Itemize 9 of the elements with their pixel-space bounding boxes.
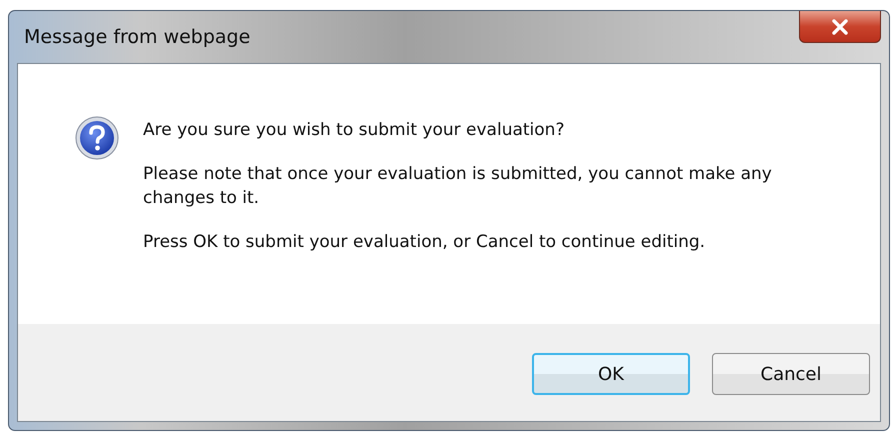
close-icon <box>831 18 849 34</box>
question-text: Are you sure you wish to submit your evaluation? <box>143 119 566 142</box>
message-text: Press OK to submit your evaluation, or Cancel to continue editing. <box>143 231 706 254</box>
close-button[interactable] <box>799 11 881 43</box>
message-text: Please note that once your evaluation is submitted, you cannot make any changes to it. <box>143 163 773 210</box>
question-icon <box>75 116 119 160</box>
window-title: Message from webpage <box>23 26 250 48</box>
dialog-button[interactable]: Cancel <box>712 353 870 395</box>
dialog-button[interactable]: OK <box>532 353 690 395</box>
